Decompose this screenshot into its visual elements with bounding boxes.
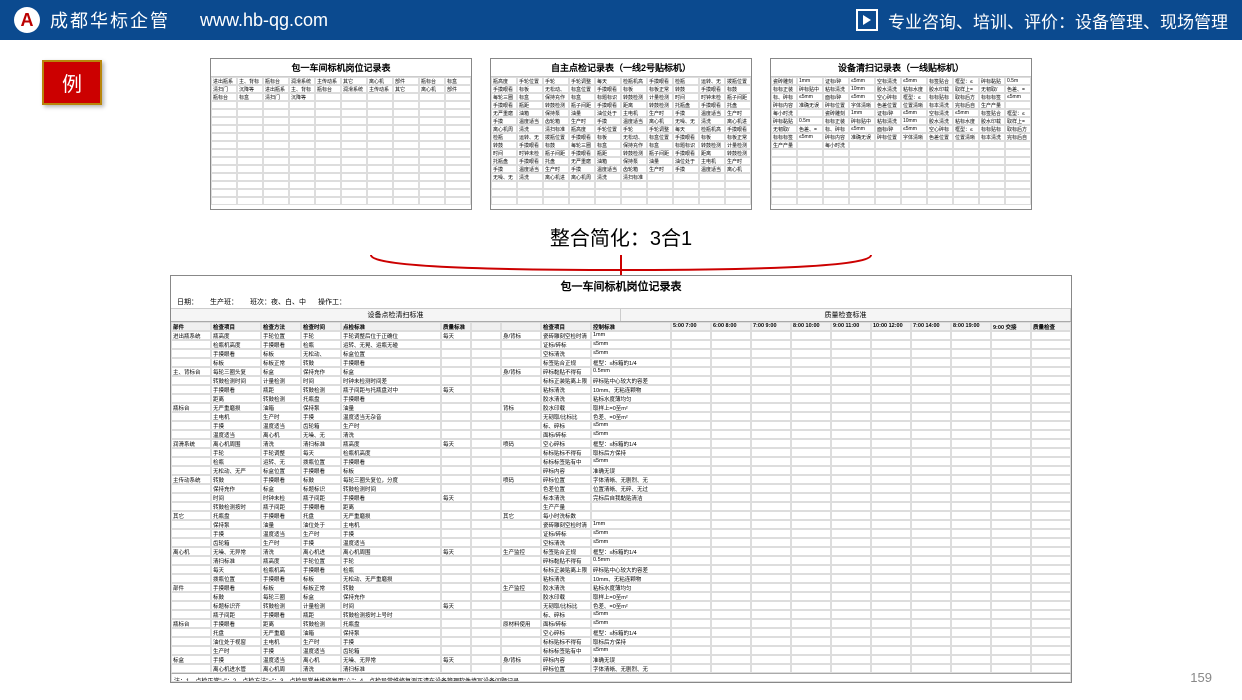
play-icon [856,9,878,31]
field-operator: 操作工： [312,296,352,308]
combined-form: 包一车间标机岗位记录表 日期： 生产班： 班次：夜、白、中 操作工： 设备点检清… [170,275,1072,683]
section-left-title: 设备点检清扫标准 [171,309,621,321]
big-form-title: 包一车间标机岗位记录表 [171,276,1071,296]
page-header: A 成都华标企管 www.hb-qg.com 专业咨询、培训、评价：设备管理、现… [0,0,1242,40]
field-line: 生产班： [204,296,244,308]
header-services: 专业咨询、培训、评价：设备管理、现场管理 [856,8,1228,33]
connector-lines [321,255,921,275]
section-right-title: 质量检查标准 [621,309,1071,321]
example-badge: 例 [42,60,102,105]
top-three-forms: 包一车间标机岗位记录表 进出瓶系主、背标瓶标台润滑系统主传动系其它离心机部件瓶标… [20,58,1222,210]
merge-label: 整合简化：3合1 [20,222,1222,251]
page-number: 159 [1190,670,1212,685]
big-form-header-row: 日期： 生产班： 班次：夜、白、中 操作工： [171,296,1071,309]
section-headers: 设备点检清扫标准 质量检查标准 [171,309,1071,322]
form-2: 自主点检记录表（一线2号贴标机） 瓶高度手轮位置手轮手轮调整每天检瓶机高手摸眼看… [490,58,752,210]
field-shift: 班次：夜、白、中 [244,296,312,308]
logo-icon: A [14,7,40,33]
form-3-title: 设备清扫记录表（一线贴标机） [771,59,1031,77]
services-text: 专业咨询、培训、评价：设备管理、现场管理 [888,8,1228,33]
website-url: www.hb-qg.com [200,10,328,31]
form-1: 包一车间标机岗位记录表 进出瓶系主、背标瓶标台润滑系统主传动系其它离心机部件瓶标… [210,58,472,210]
form-3: 设备清扫记录表（一线贴标机） 瓷砖雕刻1mm证标/碎≤5mm空标清洗≤5mm标签… [770,58,1032,210]
form-2-title: 自主点检记录表（一线2号贴标机） [491,59,751,77]
company-name: 成都华标企管 [50,7,170,33]
form-1-title: 包一车间标机岗位记录表 [211,59,471,77]
field-date: 日期： [171,296,204,308]
